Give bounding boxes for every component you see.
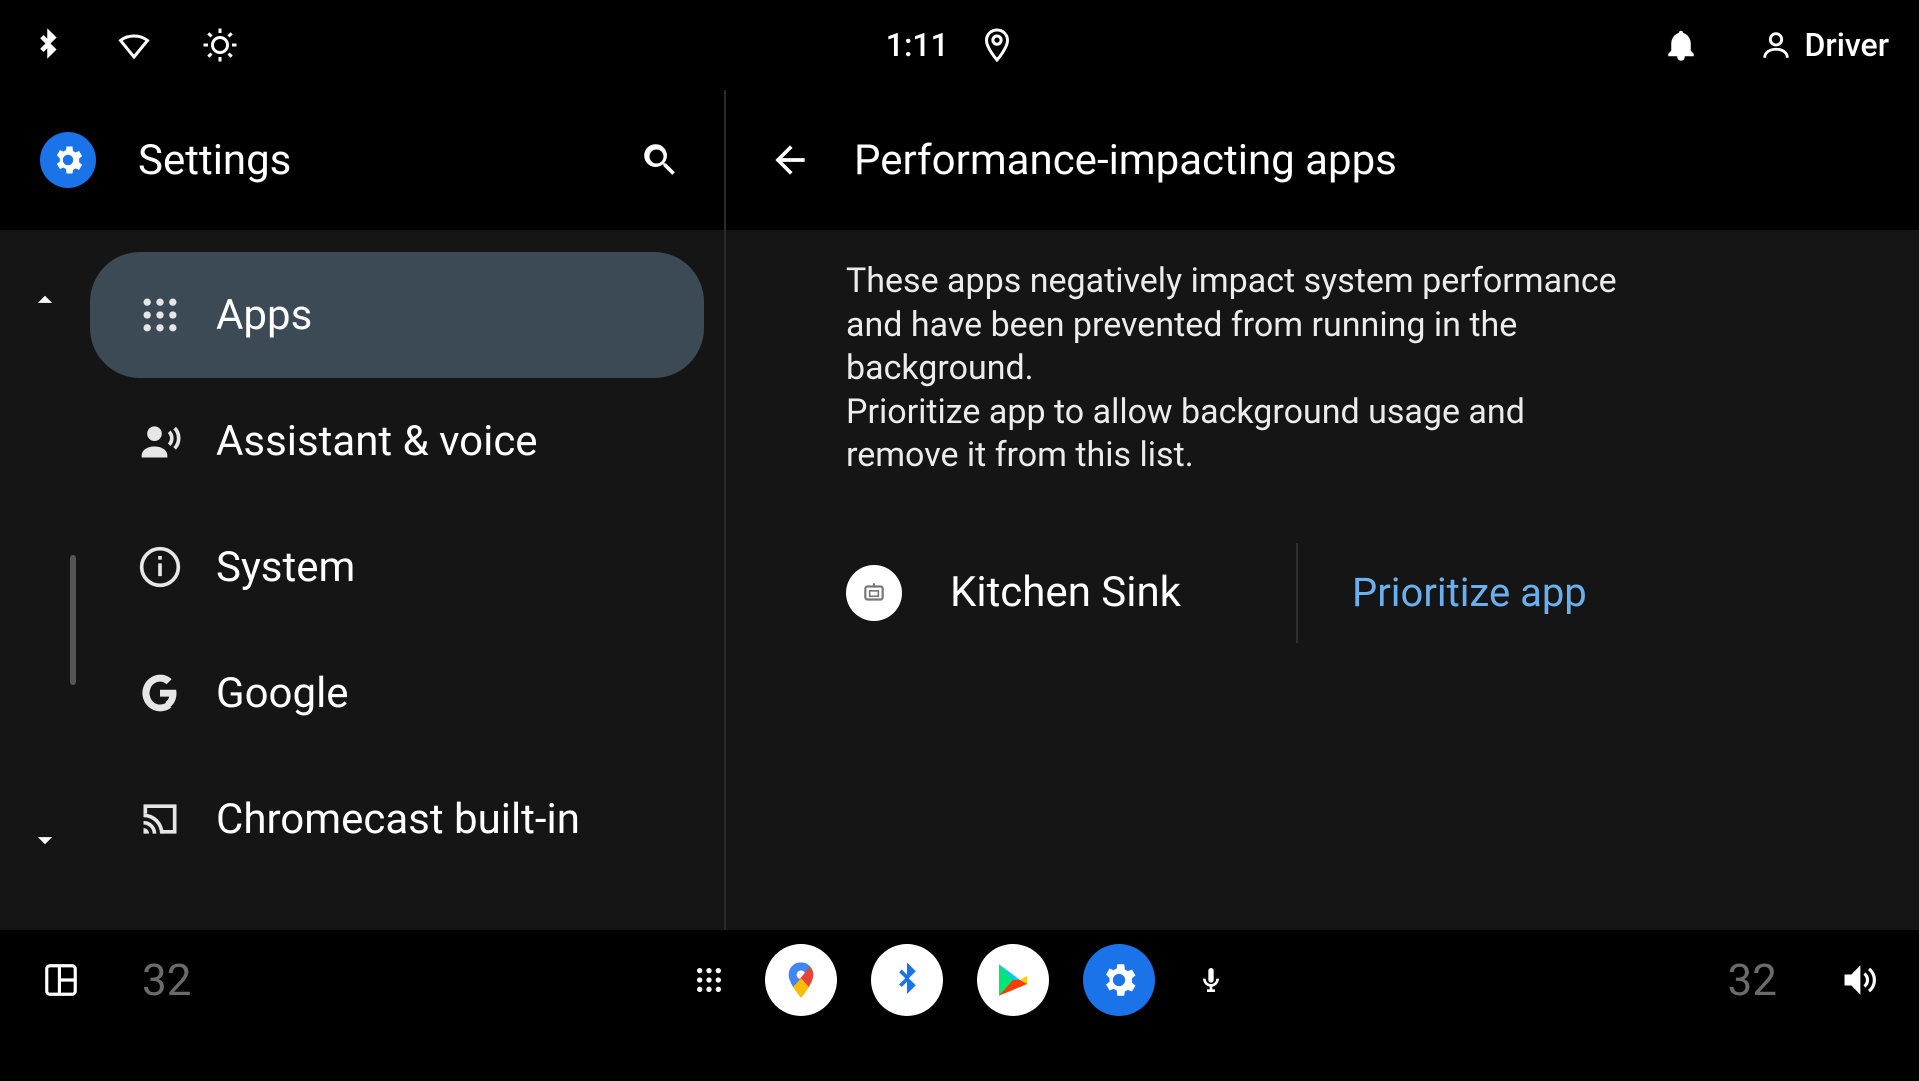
sidebar-item-system[interactable]: System — [90, 504, 704, 630]
user-profile-button[interactable]: Driver — [1759, 26, 1889, 64]
play-store-app-button[interactable] — [977, 944, 1049, 1016]
sidebar-item-chromecast[interactable]: Chromecast built-in — [90, 756, 704, 882]
bluetooth-app-button[interactable] — [871, 944, 943, 1016]
content-body: These apps negatively impact system perf… — [726, 230, 1919, 648]
dashboard-icon[interactable] — [40, 959, 82, 1001]
assistant-voice-icon — [136, 417, 184, 465]
location-icon — [979, 27, 1015, 63]
bluetooth-icon — [30, 27, 66, 63]
settings-app-button[interactable] — [1083, 944, 1155, 1016]
scroll-up-button[interactable] — [25, 280, 65, 320]
sidebar-header: Settings — [0, 90, 724, 230]
temperature-right[interactable]: 32 — [1728, 954, 1777, 1006]
volume-icon[interactable] — [1837, 959, 1879, 1001]
clock-time: 1:11 — [886, 26, 949, 64]
voice-assistant-button[interactable] — [1189, 958, 1233, 1002]
sidebar-item-label: Assistant & voice — [216, 417, 538, 466]
maps-app-button[interactable] — [765, 944, 837, 1016]
sidebar-item-label: System — [216, 543, 355, 592]
page-title: Performance-impacting apps — [854, 136, 1397, 185]
cast-icon — [136, 795, 184, 843]
description-text: These apps negatively impact system perf… — [846, 260, 1626, 478]
scroll-down-button[interactable] — [25, 820, 65, 860]
sidebar-item-apps[interactable]: Apps — [90, 252, 704, 378]
main-area: Settings Apps — [0, 90, 1919, 930]
sidebar-item-assistant-voice[interactable]: Assistant & voice — [90, 378, 704, 504]
temperature-left[interactable]: 32 — [142, 954, 191, 1006]
app-entry[interactable]: Kitchen Sink — [846, 565, 1286, 621]
kitchen-sink-app-icon — [846, 565, 902, 621]
sidebar-item-label: Google — [216, 669, 349, 718]
user-label: Driver — [1805, 26, 1889, 64]
scroll-indicator — [70, 555, 76, 685]
sidebar-item-label: Chromecast built-in — [216, 795, 580, 844]
sidebar-item-label: Apps — [216, 291, 312, 340]
brightness-icon — [202, 27, 238, 63]
settings-app-icon — [40, 132, 96, 188]
sidebar: Settings Apps — [0, 90, 726, 930]
wifi-icon — [116, 27, 152, 63]
prioritize-app-button[interactable]: Prioritize app — [1352, 569, 1587, 616]
sidebar-item-google[interactable]: Google — [90, 630, 704, 756]
status-bar: 1:11 Driver — [0, 0, 1919, 90]
google-g-icon — [136, 669, 184, 717]
vertical-divider — [1296, 543, 1298, 643]
app-name-label: Kitchen Sink — [950, 568, 1181, 617]
sidebar-scroll-controls — [0, 230, 90, 930]
app-row: Kitchen Sink Prioritize app — [846, 538, 1799, 648]
back-button[interactable] — [766, 136, 814, 184]
sidebar-items: Apps Assistant & voice System — [90, 230, 724, 930]
info-icon — [136, 543, 184, 591]
content-pane: Performance-impacting apps These apps ne… — [726, 90, 1919, 930]
content-header: Performance-impacting apps — [726, 90, 1919, 230]
sidebar-title: Settings — [138, 136, 636, 185]
apps-grid-icon — [136, 291, 184, 339]
search-button[interactable] — [636, 136, 684, 184]
sidebar-body: Apps Assistant & voice System — [0, 230, 724, 930]
dock-bar: 32 32 — [0, 930, 1919, 1030]
notifications-icon[interactable] — [1663, 27, 1699, 63]
app-launcher-button[interactable] — [687, 958, 731, 1002]
